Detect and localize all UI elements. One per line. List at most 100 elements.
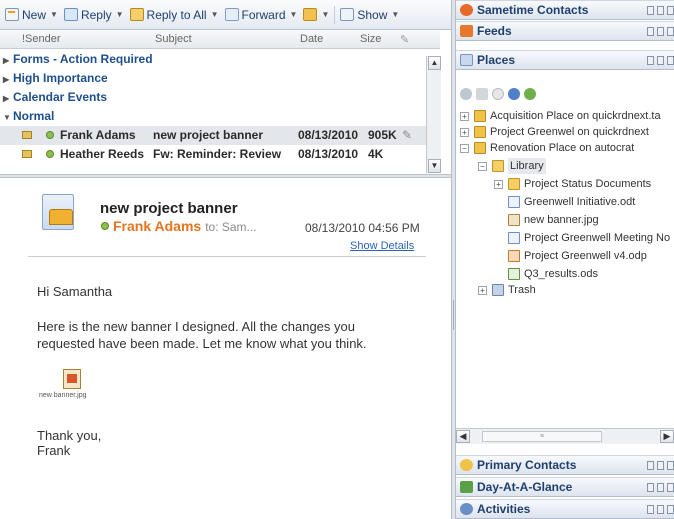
scroll-left-icon[interactable]: ◀ [456,430,470,443]
move-to-folder-button[interactable]: ▼ [300,8,332,21]
body-line: requested have been made. Let me know wh… [37,336,367,351]
chevron-down-icon[interactable]: ▼ [321,10,329,19]
tree-item-trash[interactable]: + Trash [478,282,536,298]
lock-icon[interactable] [476,88,488,100]
chevron-right-icon[interactable]: ▶ [3,51,13,70]
panel-controls[interactable] [647,461,674,470]
group-normal[interactable]: ▼ Normal [0,107,440,126]
forward-button[interactable]: Forward ▼ [222,8,301,22]
column-size[interactable]: Size [360,33,381,45]
places-tree: + Acquisition Place on quickrdnext.ta + Pr… [456,106,674,426]
scrollbar-thumb[interactable]: ≡ [482,431,602,442]
chevron-down-icon[interactable]: ▼ [116,10,124,19]
panel-controls[interactable] [647,483,674,492]
panel-controls[interactable] [647,27,674,36]
message-list-scrollbar[interactable]: ▲ ▼ [426,56,441,173]
reply-icon [63,8,78,21]
attachment-name[interactable]: new banner.jpg [39,392,86,399]
new-button[interactable]: New ▼ [2,8,61,22]
message-date: 08/13/2010 [298,147,359,161]
sidebar: Sametime Contacts Feeds Places + Acquisit… [456,0,674,519]
show-label: Show [357,7,388,22]
group-calendar-events[interactable]: ▶ Calendar Events [0,88,440,107]
reply-all-icon [129,8,144,21]
table-row[interactable]: Heather Reeds Fw: Reminder: Review 08/13… [0,145,440,164]
places-horizontal-scrollbar[interactable]: ◀ ≡ ▶ [456,428,674,444]
column-subject[interactable]: Subject [155,33,192,45]
panel-controls[interactable] [647,6,674,15]
message-size: 905K [368,128,397,142]
day-at-a-glance-header[interactable]: Day-At-A-Glance [456,477,674,497]
attachment-icon: ✎ [402,128,413,142]
chevron-down-icon[interactable]: ▼ [211,10,219,19]
reply-all-button[interactable]: Reply to All ▼ [127,8,222,22]
group-high-importance[interactable]: ▶ High Importance [0,69,440,88]
chevron-down-icon[interactable]: ▼ [290,10,298,19]
tree-item-project-greenwel[interactable]: + Project Greenwel on quickrdnext [460,124,649,140]
reply-button[interactable]: Reply ▼ [61,8,127,22]
tree-item-q3-results[interactable]: Q3_results.ods [508,266,598,282]
message-preview: new project banner Frank Adams to: Sam...… [0,178,451,519]
primary-contacts-header[interactable]: Primary Contacts [456,455,674,475]
chevron-right-icon[interactable]: ▶ [3,89,13,108]
message-subject: new project banner [153,128,264,142]
preview-separator [28,256,426,257]
folder-icon [303,8,318,21]
collapse-icon[interactable]: − [460,143,469,153]
image-attachment-icon[interactable] [63,369,81,389]
group-forms-action-required[interactable]: ▶ Forms - Action Required [0,50,440,69]
scroll-down-icon[interactable]: ▼ [428,159,441,173]
body-greeting: Hi Samantha [37,284,113,299]
tree-item-new-banner[interactable]: new banner.jpg [508,212,599,228]
tree-item-library[interactable]: − Library [478,158,546,174]
chevron-down-icon[interactable]: ▼ [391,10,399,19]
forward-label: Forward [241,7,286,22]
collapse-icon[interactable]: − [478,161,487,171]
chevron-down-icon[interactable]: ▼ [50,10,58,19]
scroll-right-icon[interactable]: ▶ [660,430,674,443]
activities-icon [460,503,473,515]
tree-item-greenwell-initiative[interactable]: Greenwell Initiative.odt [508,194,635,210]
tree-item-greenwell-meeting-notes[interactable]: Project Greenwell Meeting No [508,230,670,246]
tree-item-greenwell-v4[interactable]: Project Greenwell v4.odp [508,248,647,264]
online-status-icon [46,131,54,139]
expand-icon[interactable]: + [494,179,503,189]
panel-controls[interactable] [647,56,674,65]
chevron-right-icon[interactable]: ▶ [3,70,13,89]
presentation-icon [508,250,520,262]
link-icon[interactable] [492,88,504,100]
chevron-down-icon[interactable]: ▼ [3,108,13,127]
places-header[interactable]: Places [456,50,674,70]
show-details-link[interactable]: Show Details [350,240,414,252]
attachment-column-icon[interactable]: ✎ [400,33,409,46]
feeds-icon [460,25,473,37]
folder-icon [508,178,520,190]
expand-icon[interactable]: + [478,285,487,295]
expand-icon[interactable]: + [460,111,469,121]
tree-item-project-status-documents[interactable]: + Project Status Documents [494,176,651,192]
column-sender[interactable]: !Sender [22,33,61,45]
preview-from: Frank Adams to: Sam... [101,218,257,234]
tree-item-renovation-place[interactable]: − Renovation Place on autocrat [460,140,634,156]
sametime-contacts-header[interactable]: Sametime Contacts [456,0,674,20]
new-label: New [22,7,47,22]
refresh-icon[interactable] [524,88,536,100]
feeds-header[interactable]: Feeds [456,21,674,41]
toolbar-separator [334,5,336,24]
panel-controls[interactable] [647,505,674,514]
message-subject: Fw: Reminder: Review [153,147,282,161]
message-document-icon [42,194,74,230]
show-button[interactable]: Show ▼ [337,8,402,22]
preview-date: 08/13/2010 04:56 PM [305,221,420,235]
preview-sender-name[interactable]: Frank Adams [113,218,201,234]
check-icon[interactable] [460,88,472,100]
activities-header[interactable]: Activities [456,499,674,519]
table-row[interactable]: Frank Adams new project banner 08/13/201… [0,126,440,145]
column-date[interactable]: Date [300,33,323,45]
info-icon[interactable] [508,88,520,100]
scroll-up-icon[interactable]: ▲ [428,56,441,70]
tree-item-acquisition-place[interactable]: + Acquisition Place on quickrdnext.ta [460,108,661,124]
places-toolbar [456,84,674,104]
online-status-icon [46,150,54,158]
expand-icon[interactable]: + [460,127,469,137]
